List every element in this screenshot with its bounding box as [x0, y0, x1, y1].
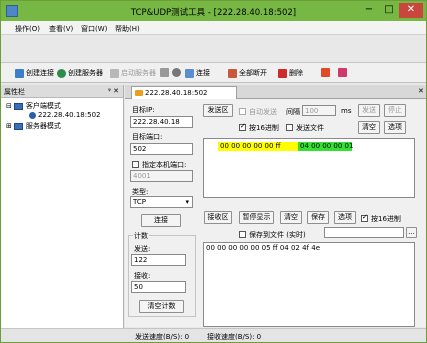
- pin-close-icons[interactable]: ᵠ ✕: [108, 87, 119, 95]
- disconnect-all-button[interactable]: 全部断开: [228, 68, 267, 78]
- send-hex-highlight-1: 00 00 00 00 00 ff: [218, 142, 298, 151]
- save-to-file-checkbox[interactable]: 保存到文件 (实时): [239, 230, 306, 240]
- minimize-button[interactable]: −: [359, 3, 379, 18]
- recv-speed-status: 接收速度(B/S): 0: [207, 333, 262, 341]
- recv-data-text: 00 00 00 00 00 05 ff 04 02 4f 4e: [206, 244, 321, 252]
- local-port-checkbox[interactable]: 指定本机端口:: [132, 160, 186, 170]
- interval-unit: ms: [341, 107, 352, 115]
- interval-input[interactable]: 100: [302, 105, 336, 116]
- delete-icon: [278, 68, 287, 78]
- start-icon: [110, 68, 119, 78]
- target-ip-input[interactable]: 222.28.40.18: [130, 116, 193, 128]
- recv-clear-button[interactable]: 清空: [280, 211, 302, 224]
- send-file-checkbox[interactable]: 发送文件: [286, 123, 324, 133]
- counter-title: 计数: [133, 231, 149, 241]
- computer-icon: [13, 122, 23, 130]
- tree-client-entry[interactable]: 222.28.40.18:502: [29, 111, 100, 119]
- info-icon[interactable]: [338, 68, 349, 77]
- disconnect-icon: [228, 68, 237, 78]
- property-panel-title: 属性栏: [4, 88, 25, 96]
- menu-view[interactable]: 查看(V): [49, 24, 73, 34]
- tab-bar: 222.28.40.18:502: [125, 85, 426, 99]
- target-port-input[interactable]: 502: [130, 143, 193, 155]
- recv-options-button[interactable]: 选项: [334, 211, 356, 224]
- tab-close-icon[interactable]: ✕: [418, 87, 424, 95]
- stop-button[interactable]: 停止: [384, 104, 406, 117]
- chevron-down-icon: ▾: [185, 198, 189, 206]
- create-connection-button[interactable]: 创建连接: [15, 68, 54, 78]
- recv-hex-checkbox[interactable]: 按16进制: [361, 213, 401, 224]
- send-count-field: 122: [131, 254, 186, 266]
- connection-tab-icon: [135, 90, 143, 96]
- send-speed-status: 发送速度(B/S): 0: [135, 333, 190, 341]
- send-clear-button[interactable]: 清空: [358, 121, 380, 134]
- recv-data-output[interactable]: 00 00 00 00 00 05 ff 04 02 4f 4e: [203, 242, 415, 327]
- interval-label: 间隔: [286, 108, 300, 116]
- connection-icon: [15, 68, 24, 78]
- type-select[interactable]: TCP ▾: [130, 196, 193, 208]
- delete-button[interactable]: 删除: [278, 68, 303, 78]
- send-area-button[interactable]: 发送区: [203, 104, 233, 117]
- send-hex-highlight-2: 04 00 00 00 01: [298, 142, 354, 151]
- menu-help[interactable]: 帮助(H): [115, 24, 140, 34]
- send-button[interactable]: 发送: [358, 104, 380, 117]
- recv-save-button[interactable]: 保存: [307, 211, 329, 224]
- auto-send-checkbox[interactable]: 自动发送: [239, 107, 277, 117]
- start-server-button[interactable]: 启动服务器: [110, 68, 156, 78]
- save-file-path-input[interactable]: [324, 227, 404, 238]
- tree-client-mode[interactable]: ⊟ 客户端模式: [6, 101, 61, 111]
- target-ip-label: 目标IP:: [132, 106, 155, 114]
- plug-icon: [185, 68, 194, 78]
- server-icon: [57, 68, 66, 78]
- recv-area-button[interactable]: 接收区: [204, 211, 232, 224]
- stop-icon[interactable]: [160, 68, 171, 77]
- send-count-label: 发送:: [134, 245, 151, 253]
- menu-window[interactable]: 窗口(W): [81, 24, 107, 34]
- toolbar-spacer: [1, 35, 426, 63]
- send-data-input[interactable]: 00 00 00 00 00 ff 04 00 00 00 01: [203, 138, 415, 198]
- property-panel: 属性栏 ᵠ ✕ ⊟ 客户端模式 222.28.40.18:502 ⊞ 服务器模式: [1, 85, 124, 328]
- send-options-button[interactable]: 选项: [384, 121, 406, 134]
- tab-connection[interactable]: 222.28.40.18:502: [131, 86, 237, 99]
- connect-btn[interactable]: 连接: [141, 214, 181, 227]
- settings-icon[interactable]: [321, 68, 332, 77]
- recv-count-field: 50: [131, 281, 186, 293]
- create-server-button[interactable]: 创建服务器: [57, 68, 103, 78]
- send-hex-checkbox[interactable]: 按16进制: [239, 122, 279, 133]
- connect-button[interactable]: 连接: [185, 68, 210, 78]
- property-panel-header: 属性栏 ᵠ ✕: [1, 85, 123, 98]
- recv-count-label: 接收:: [134, 272, 151, 280]
- target-port-label: 目标端口:: [132, 133, 163, 141]
- local-port-input[interactable]: 4001: [130, 170, 193, 182]
- browse-button[interactable]: ...: [406, 227, 417, 238]
- maximize-button[interactable]: □: [379, 3, 399, 18]
- pause-display-button[interactable]: 暂停显示: [239, 211, 274, 224]
- app-window: TCP&UDP测试工具 - [222.28.40.18:502] − □ ✕ 操…: [0, 0, 427, 343]
- clear-count-button[interactable]: 清空计数: [139, 300, 184, 313]
- toolbar: 创建连接 创建服务器 启动服务器 连接 全部断开 删除: [1, 63, 426, 83]
- menu-bar: 操作(O) 查看(V) 窗口(W) 帮助(H): [1, 21, 426, 35]
- menu-operate[interactable]: 操作(O): [15, 24, 40, 34]
- connection-node-icon: [29, 111, 36, 119]
- close-button[interactable]: ✕: [399, 3, 423, 18]
- tree-server-mode[interactable]: ⊞ 服务器模式: [6, 121, 61, 131]
- status-bar: 发送速度(B/S): 0 接收速度(B/S): 0: [1, 328, 426, 342]
- refresh-icon[interactable]: [172, 68, 183, 77]
- title-bar[interactable]: TCP&UDP测试工具 - [222.28.40.18:502] − □ ✕: [1, 1, 426, 21]
- computer-icon: [13, 102, 23, 110]
